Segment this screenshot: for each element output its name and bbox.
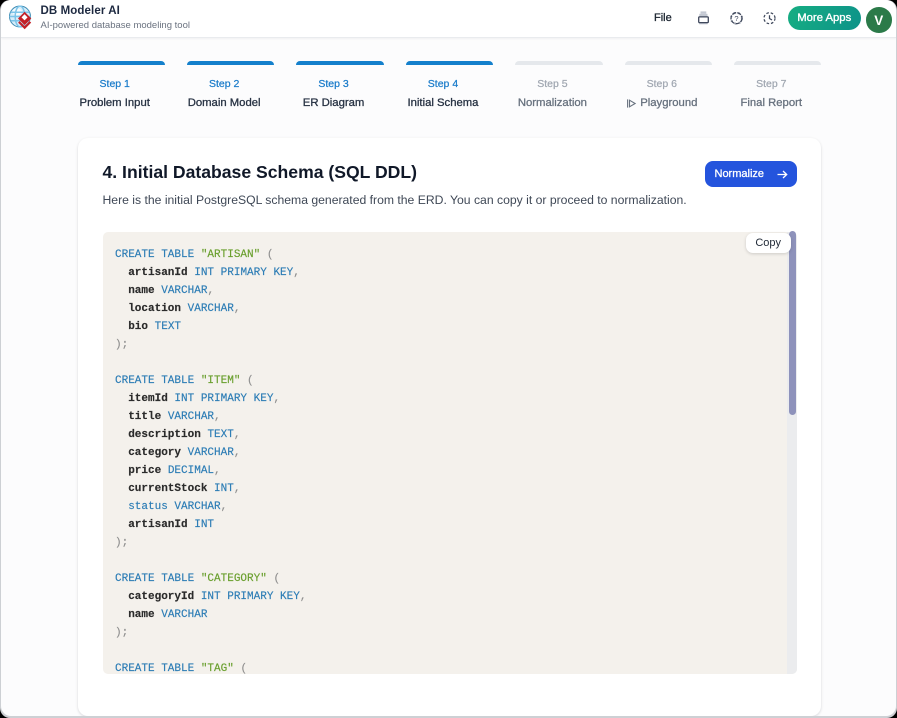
svg-text:?: ?: [734, 13, 738, 22]
